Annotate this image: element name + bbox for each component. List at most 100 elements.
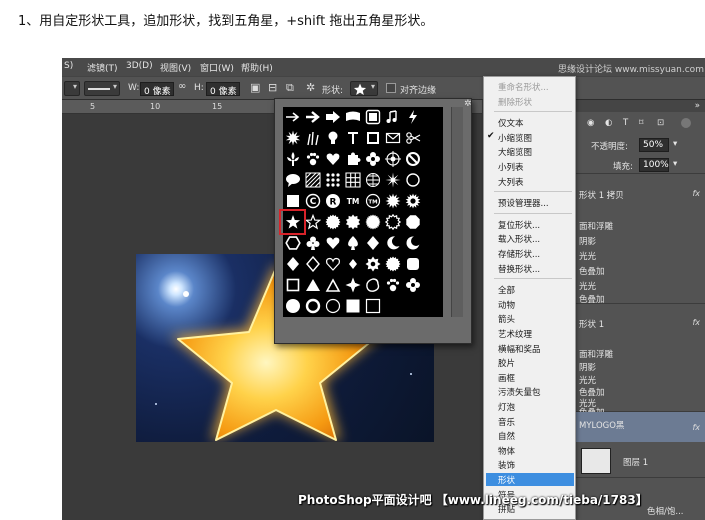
shape-bulb[interactable] — [323, 128, 343, 148]
filter-icon[interactable]: ◉ — [587, 118, 594, 128]
effect-item[interactable]: 阴影 — [579, 361, 596, 373]
shape-sqbig[interactable] — [343, 296, 363, 316]
effect-item[interactable]: 光光 — [579, 280, 596, 292]
shape-note[interactable] — [383, 107, 403, 127]
smart-object-icon[interactable]: ⊡ — [657, 118, 664, 128]
shape-sqo[interactable] — [283, 275, 303, 295]
shape-tri[interactable] — [303, 275, 323, 295]
shape-spade[interactable] — [343, 233, 363, 253]
shape-target[interactable] — [383, 149, 403, 169]
shape-gridcir[interactable] — [363, 170, 383, 190]
shape-fleur[interactable] — [283, 149, 303, 169]
shape-seal[interactable] — [323, 212, 343, 232]
shape-hexo[interactable] — [283, 233, 303, 253]
shape-pawprint[interactable] — [303, 149, 323, 169]
menu-item[interactable]: 艺术纹理 — [498, 328, 532, 340]
shape-cross[interactable] — [343, 275, 363, 295]
shape-picker-button[interactable]: ▾ — [350, 81, 378, 96]
shape-moon[interactable] — [383, 233, 403, 253]
shape-badge[interactable] — [343, 212, 363, 232]
shape-flower[interactable] — [403, 275, 423, 295]
fx-icon[interactable]: fx — [692, 318, 700, 327]
menu-item[interactable]: 小列表 — [498, 161, 524, 173]
menu-item[interactable]: 全部 — [498, 284, 515, 296]
shape-burst2[interactable] — [383, 191, 403, 211]
shape-seal2[interactable] — [363, 212, 383, 232]
shape-hearto[interactable] — [323, 254, 343, 274]
chevron-down-icon[interactable]: ▾ — [673, 159, 677, 169]
shape-diamond[interactable] — [283, 254, 303, 274]
menu-item[interactable]: 预设管理器... — [498, 197, 549, 209]
shape-nosign[interactable] — [403, 149, 423, 169]
height-input[interactable]: 0 像素 — [206, 82, 240, 97]
shape-grass[interactable] — [303, 128, 323, 148]
shape-arrow2[interactable] — [303, 107, 323, 127]
shape-tmcirc[interactable]: TM — [363, 191, 383, 211]
effect-item[interactable]: 光光 — [579, 250, 596, 262]
opacity-input[interactable]: 50% — [639, 138, 669, 152]
menu-item[interactable]: 动物 — [498, 299, 515, 311]
shape-heart[interactable] — [323, 233, 343, 253]
shape-hatch[interactable] — [303, 170, 323, 190]
effect-item[interactable]: 色叠加 — [579, 265, 605, 277]
gear-icon[interactable]: ✲ — [306, 81, 315, 94]
menu-item[interactable]: 污渍矢量包 — [498, 386, 541, 398]
shape-star5o[interactable] — [303, 212, 323, 232]
shape-sealo[interactable] — [383, 212, 403, 232]
layer-mylogo[interactable]: MYLOGO黑 fx — [575, 412, 705, 442]
shape-puzzle[interactable] — [343, 149, 363, 169]
align-edges-checkbox[interactable] — [386, 83, 396, 93]
menu-item[interactable]: 画框 — [498, 372, 515, 384]
path-alignment-icon[interactable]: ⊟ — [268, 81, 277, 94]
menu-select[interactable]: S) — [64, 61, 73, 71]
menu-item[interactable]: 载入形状... — [498, 233, 540, 245]
chevron-down-icon[interactable]: ▾ — [673, 139, 677, 149]
effect-item[interactable]: 色叠加 — [579, 293, 605, 305]
path-arrangement-icon[interactable]: ⧉ — [286, 81, 294, 95]
shape-dots[interactable] — [323, 170, 343, 190]
shape-trio[interactable] — [323, 275, 343, 295]
shape-sun[interactable] — [403, 191, 423, 211]
width-input[interactable]: 0 像素 — [140, 82, 174, 97]
shape-heart[interactable] — [323, 149, 343, 169]
shape-cog[interactable] — [363, 254, 383, 274]
shape-moonb[interactable] — [403, 233, 423, 253]
menu-item[interactable]: 大缩览图 — [498, 146, 532, 158]
shape-scissors[interactable] — [403, 128, 423, 148]
shape-sqfill[interactable] — [283, 191, 303, 211]
fill-input[interactable]: 100% — [639, 158, 669, 172]
menu-item[interactable]: 自然 — [498, 430, 515, 442]
menu-window[interactable]: 窗口(W) — [200, 61, 234, 74]
shape-bolt[interactable] — [403, 107, 423, 127]
shape-burst[interactable] — [283, 128, 303, 148]
effect-item[interactable]: 光光 — [579, 374, 596, 386]
layer-shape-copy[interactable]: 形状 1 拷贝 fx 面和浮雕 阴影 光光 色叠加 光光 色叠加 — [575, 176, 705, 305]
menu-item[interactable]: 形状 — [498, 474, 515, 486]
shape-flower[interactable] — [363, 149, 383, 169]
shape-bubble[interactable] — [283, 170, 303, 190]
menu-view[interactable]: 视图(V) — [160, 61, 191, 74]
adjustment-icon[interactable]: ◐ — [605, 118, 612, 128]
effect-item[interactable]: 面和浮雕 — [579, 348, 613, 360]
menu-item[interactable]: 替换形状... — [498, 263, 540, 275]
shape-diamondo[interactable] — [303, 254, 323, 274]
shape-pawprint[interactable] — [383, 275, 403, 295]
shape-seal[interactable] — [383, 254, 403, 274]
shape-diamond[interactable] — [363, 233, 383, 253]
picker-scrollbar[interactable] — [451, 107, 463, 317]
menu-item[interactable]: 复位形状... — [498, 219, 540, 231]
shape-sqo2[interactable] — [363, 296, 383, 316]
type-icon[interactable]: T — [623, 118, 628, 128]
menu-item[interactable]: 箭头 — [498, 313, 515, 325]
shape-circf[interactable] — [283, 296, 303, 316]
menu-item[interactable]: 仅文本 — [498, 117, 524, 129]
link-icon[interactable]: ∞ — [178, 81, 186, 92]
shape-ring[interactable] — [403, 170, 423, 190]
shape-arrowfat[interactable] — [323, 107, 343, 127]
effect-item[interactable]: 阴影 — [579, 235, 596, 247]
shape-roundsq[interactable] — [403, 254, 423, 274]
shape-tee[interactable] — [343, 128, 363, 148]
menu-item[interactable]: 小缩览图 — [498, 132, 532, 144]
filter-toggle[interactable] — [681, 118, 691, 128]
shape-blob[interactable] — [363, 275, 383, 295]
